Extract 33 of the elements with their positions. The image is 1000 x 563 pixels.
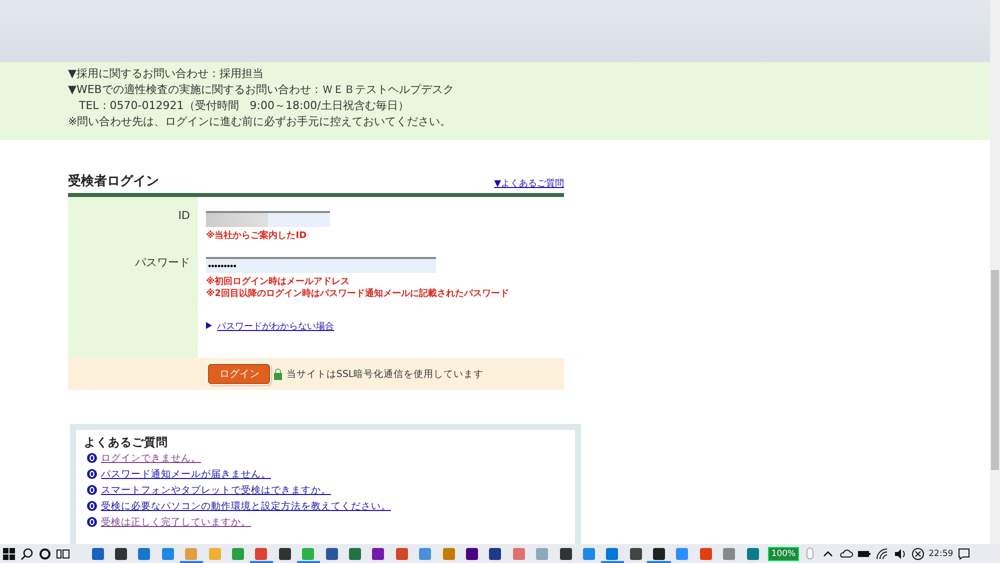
info-text: ※問い合わせ先は、ログインに進む前に必ずお手元に控えておいてください。 (68, 114, 452, 130)
faq-link[interactable]: 受検に必要なパソコンの動作環境と設定方法を教えてください。 (101, 500, 391, 512)
faq-link[interactable]: スマートフォンやタブレットで受検はできますか。 (101, 484, 331, 496)
hint-text: ※当社からご案内したID (206, 230, 308, 242)
q-bullet-icon (87, 485, 97, 495)
faq-title: よくあるご質問 (84, 434, 169, 450)
scrollbar-thumb[interactable] (991, 270, 999, 470)
triangle-icon (206, 322, 212, 331)
field-label: ID (68, 197, 198, 242)
forgot-password-link[interactable]: パスワードがわからない場合 (217, 322, 334, 332)
q-bullet-icon (87, 453, 97, 463)
id-field[interactable] (206, 211, 330, 227)
info-text: ▼採用に関するお問い合わせ：採用担当 (68, 66, 264, 82)
q-bullet-icon (87, 469, 97, 479)
section-title: 受検者ログイン (68, 172, 159, 190)
battery-percent-badge: 100% (768, 546, 799, 560)
lock-icon (273, 368, 284, 380)
info-text: ▼WEBでの適性検査の実施に関するお問い合わせ：ＷＥＢテストヘルプデスク (68, 82, 455, 98)
faq-link[interactable]: 受検は正しく完了していますか。 (101, 516, 251, 528)
faq-link[interactable]: パスワード通知メールが届きません。 (101, 468, 271, 480)
faq-link[interactable]: ログインできません。 (101, 452, 201, 464)
hint-text: ※2回目以降のログイン時はパスワード通知メールに記載されたパスワード (206, 288, 510, 300)
q-bullet-icon (87, 501, 97, 511)
field-label: パスワード (68, 242, 198, 300)
hint-text: ※初回ログイン時はメールアドレス (206, 276, 351, 288)
faq-link[interactable]: ▼よくあるご質問 (494, 177, 564, 190)
password-field[interactable]: ••••••••• (206, 257, 436, 273)
scrollbar[interactable] (990, 0, 1000, 544)
clock[interactable]: 22:59 (928, 548, 954, 558)
login-button[interactable]: ログイン (208, 364, 270, 384)
q-bullet-icon (87, 517, 97, 527)
ssl-notice: 当サイトはSSL暗号化通信を使用しています (286, 368, 484, 380)
info-text: TEL：0570-012921（受付時間 9:00～18:00/土日祝含む毎日） (78, 98, 410, 114)
